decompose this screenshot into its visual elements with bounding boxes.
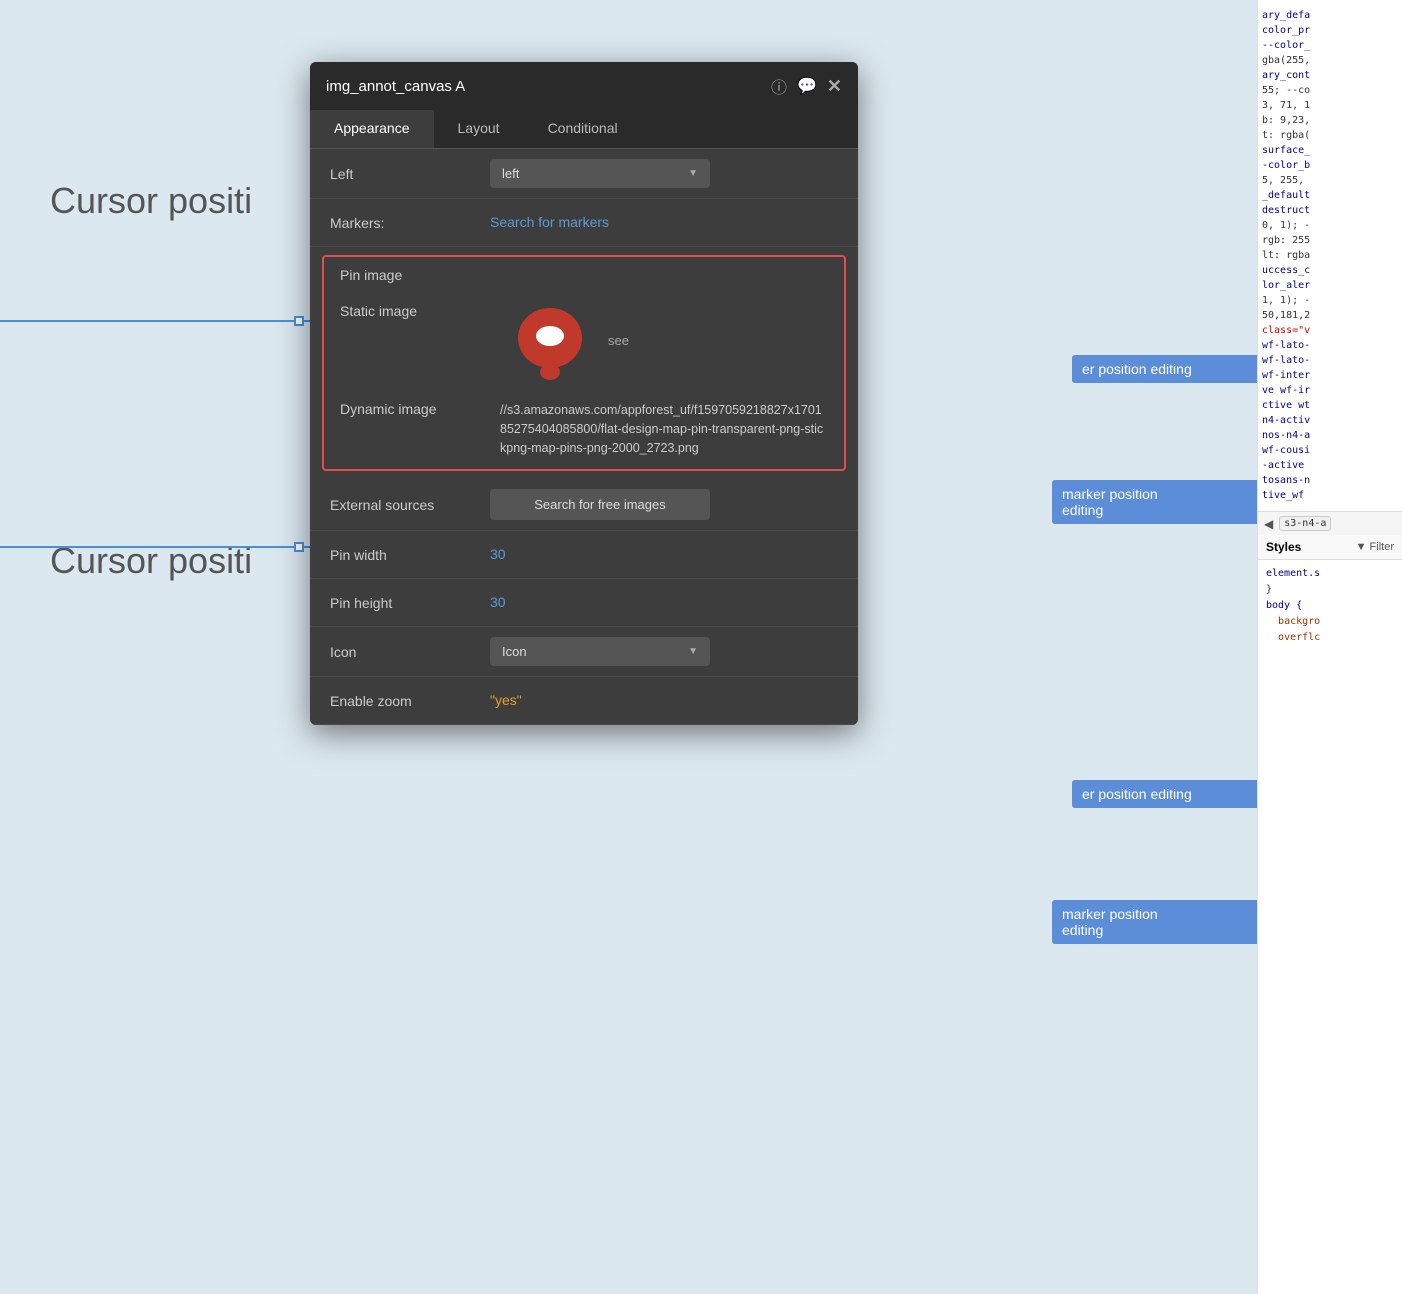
icon-row: Icon Icon ▼: [310, 627, 858, 677]
modal-title: img_annot_canvas A: [326, 78, 465, 95]
blue-row-4: marker positionediting: [1052, 900, 1272, 944]
pin-width-label: Pin width: [330, 547, 490, 563]
modal-header: img_annot_canvas A ⓘ 💬 ✕: [310, 62, 858, 110]
devtools-styles-header: Styles ▼ Filter: [1258, 535, 1402, 560]
pin-svg: [518, 300, 583, 380]
search-free-images-button[interactable]: Search for free images: [490, 489, 710, 520]
h-line-1: [0, 320, 320, 322]
see-link[interactable]: see: [608, 333, 629, 348]
modal-content: Left left ▼ Markers: Search for markers …: [310, 149, 858, 725]
devtools-filter[interactable]: ▼ Filter: [1356, 541, 1394, 553]
icon-label: Icon: [330, 644, 490, 660]
static-image-row: Static image see: [324, 287, 844, 393]
info-icon[interactable]: ⓘ: [771, 74, 787, 98]
pin-width-row: Pin width 30: [310, 531, 858, 579]
line-dot-2: [294, 542, 304, 552]
external-sources-value: Search for free images: [490, 489, 838, 520]
markers-search-link[interactable]: Search for markers: [490, 214, 609, 230]
pin-height-row: Pin height 30: [310, 579, 858, 627]
line-dot-1: [294, 316, 304, 326]
left-field-row: Left left ▼: [310, 149, 858, 199]
modal-header-icons: ⓘ 💬 ✕: [771, 74, 842, 98]
filter-icon: ▼: [1356, 541, 1367, 553]
left-label: Left: [330, 166, 490, 182]
markers-label: Markers:: [330, 215, 490, 231]
devtools-styles-content: element.s } body { backgro overflc: [1258, 560, 1402, 652]
devtools-styles-title: Styles: [1266, 540, 1301, 554]
devtools-toolbar: ◀ s3-n4-a: [1258, 511, 1402, 535]
pin-width-number[interactable]: 30: [490, 546, 506, 562]
external-sources-label: External sources: [330, 497, 490, 513]
enable-zoom-label: Enable zoom: [330, 693, 490, 709]
markers-field-row: Markers: Search for markers: [310, 199, 858, 247]
cursor-position-1: Cursor positi: [50, 180, 252, 222]
blue-row-1: er position editing: [1072, 355, 1272, 383]
markers-value: Search for markers: [490, 214, 838, 232]
pin-image-header: Pin image: [324, 257, 844, 287]
devtools-arrow[interactable]: ◀: [1264, 517, 1273, 531]
left-select-value: left: [502, 166, 519, 181]
modal-panel: img_annot_canvas A ⓘ 💬 ✕ Appearance Layo…: [310, 62, 858, 725]
icon-select[interactable]: Icon ▼: [490, 637, 710, 666]
close-icon[interactable]: ✕: [827, 76, 842, 97]
comment-icon[interactable]: 💬: [797, 76, 817, 96]
enable-zoom-val[interactable]: "yes": [490, 692, 522, 708]
pin-height-label: Pin height: [330, 595, 490, 611]
devtools-panel: ary_defa color_pr --color_ gba(255, ary_…: [1257, 0, 1402, 1294]
blue-row-2: marker positionediting: [1052, 480, 1272, 524]
pin-image-section: Pin image Static image see Dynamic i: [322, 255, 846, 471]
enable-zoom-value: "yes": [490, 692, 838, 710]
select-arrow-icon: ▼: [688, 168, 698, 179]
pin-height-value: 30: [490, 594, 838, 612]
blue-row-3: er position editing: [1072, 780, 1272, 808]
tab-appearance[interactable]: Appearance: [310, 110, 434, 148]
tab-layout[interactable]: Layout: [434, 110, 524, 148]
icon-select-arrow-icon: ▼: [688, 646, 698, 657]
static-image-label: Static image: [340, 295, 500, 319]
pin-preview[interactable]: [500, 295, 600, 385]
icon-value: Icon ▼: [490, 637, 838, 666]
modal-tabs: Appearance Layout Conditional: [310, 110, 858, 149]
enable-zoom-row: Enable zoom "yes": [310, 677, 858, 725]
dynamic-image-row: Dynamic image //s3.amazonaws.com/appfore…: [324, 393, 844, 469]
devtools-class-badge: s3-n4-a: [1279, 516, 1331, 531]
dynamic-image-label: Dynamic image: [340, 401, 500, 417]
h-line-2: [0, 546, 320, 548]
left-select[interactable]: left ▼: [490, 159, 710, 188]
external-sources-row: External sources Search for free images: [310, 479, 858, 531]
pin-width-value: 30: [490, 546, 838, 564]
filter-label: Filter: [1370, 541, 1394, 553]
left-value: left ▼: [490, 159, 838, 188]
icon-select-value: Icon: [502, 644, 527, 659]
tab-conditional[interactable]: Conditional: [524, 110, 642, 148]
devtools-code: ary_defa color_pr --color_ gba(255, ary_…: [1258, 0, 1402, 511]
dynamic-url-value[interactable]: //s3.amazonaws.com/appforest_uf/f1597059…: [500, 401, 828, 457]
pin-height-number[interactable]: 30: [490, 594, 506, 610]
